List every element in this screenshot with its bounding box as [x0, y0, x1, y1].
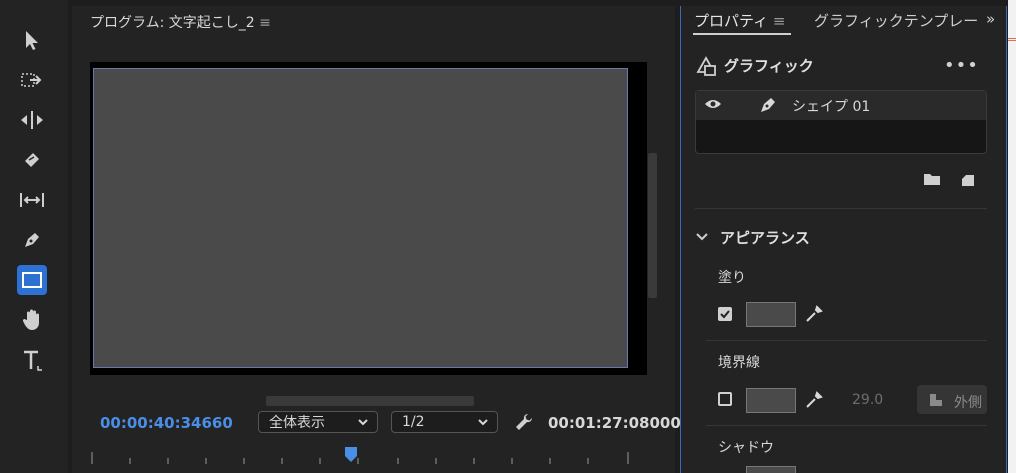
panel-menu-icon[interactable]: ≡: [259, 15, 271, 31]
section-divider: [706, 425, 987, 426]
fill-color-swatch[interactable]: [746, 302, 796, 327]
edge-line: [1008, 40, 1016, 41]
hand-icon: [22, 309, 39, 330]
graphic-shapes-icon: [696, 56, 716, 76]
stroke-outside-icon: [930, 394, 942, 406]
slip-icon: [20, 193, 44, 207]
current-timecode[interactable]: 00:00:40:34660: [100, 414, 233, 432]
check-icon: [720, 310, 730, 319]
eye-icon[interactable]: [704, 97, 722, 111]
layer-name: シェイプ 01: [792, 99, 871, 115]
active-tab-indicator: [693, 33, 791, 35]
eyedropper-icon[interactable]: [805, 391, 823, 409]
fill-checkbox[interactable]: [718, 307, 732, 321]
rectangle-tool-button[interactable]: [17, 265, 47, 295]
wrench-icon[interactable]: [514, 412, 534, 432]
tool-panel: [0, 0, 68, 473]
panel-menu-icon[interactable]: ≡: [773, 12, 786, 30]
slip-tool-button[interactable]: [17, 185, 47, 215]
pen-layer-icon: [761, 98, 775, 112]
stroke-position-label: 外側: [954, 395, 982, 411]
zoom-value: 全体表示: [269, 415, 325, 431]
track-select-tool-button[interactable]: [17, 65, 47, 95]
more-tabs-icon[interactable]: »: [986, 10, 995, 28]
monitor-title-text: プログラム: 文字起こし_2: [90, 15, 255, 31]
tab-graphic-templates[interactable]: グラフィックテンプレート: [814, 10, 978, 31]
hand-tool-button[interactable]: [17, 305, 47, 335]
resolution-dropdown[interactable]: 1/2: [391, 411, 498, 433]
type-icon: [24, 350, 42, 371]
stroke-color-swatch[interactable]: [746, 388, 796, 413]
arrow-icon: [26, 31, 38, 50]
pen-tool-button[interactable]: [17, 225, 47, 255]
pen-icon: [25, 233, 39, 247]
graphic-section-title: グラフィック: [724, 57, 814, 75]
appearance-section-title[interactable]: アピアランス: [720, 227, 810, 248]
vertical-scrollbar[interactable]: [648, 153, 657, 298]
ripple-edit-icon: [21, 111, 43, 129]
timeline-ruler[interactable]: [90, 448, 650, 468]
shadow-color-swatch[interactable]: [746, 466, 796, 473]
section-divider: [706, 340, 987, 341]
more-options-icon[interactable]: •••: [944, 55, 979, 76]
ripple-edit-tool-button[interactable]: [17, 105, 47, 135]
fill-label: 塗り: [718, 270, 746, 286]
adjacent-window-edge: [1008, 0, 1016, 473]
duration-timecode: 00:01:27:08000: [548, 414, 681, 432]
zoom-dropdown[interactable]: 全体表示: [258, 411, 378, 433]
razor-tool-button[interactable]: [17, 145, 47, 175]
horizontal-scrollbar[interactable]: [266, 396, 474, 406]
eyedropper-icon[interactable]: [805, 305, 823, 323]
shadow-label: シャドウ: [718, 440, 774, 456]
chevron-down-icon[interactable]: [695, 230, 709, 244]
playhead[interactable]: [344, 446, 358, 464]
stroke-label: 境界線: [718, 355, 760, 371]
razor-icon: [25, 153, 39, 167]
stroke-checkbox[interactable]: [718, 392, 732, 406]
tab-properties[interactable]: プロパティ ≡: [694, 10, 785, 31]
new-layer-icon[interactable]: [960, 172, 976, 188]
stroke-width-value[interactable]: 29.0: [852, 392, 883, 408]
rectangle-icon: [22, 272, 42, 288]
chevron-down-icon: [478, 419, 488, 426]
resolution-value: 1/2: [402, 414, 425, 430]
monitor-title[interactable]: プログラム: 文字起こし_2 ≡: [90, 12, 271, 32]
track-select-icon: [21, 73, 42, 87]
selection-tool-button[interactable]: [17, 25, 47, 55]
type-tool-button[interactable]: [17, 345, 47, 375]
tab-properties-label: プロパティ: [694, 12, 769, 30]
chevron-down-icon: [358, 419, 368, 426]
section-divider: [695, 208, 987, 209]
folder-icon[interactable]: [923, 172, 941, 186]
rectangle-shape-preview[interactable]: [93, 68, 628, 368]
edge-line: [1008, 38, 1016, 39]
